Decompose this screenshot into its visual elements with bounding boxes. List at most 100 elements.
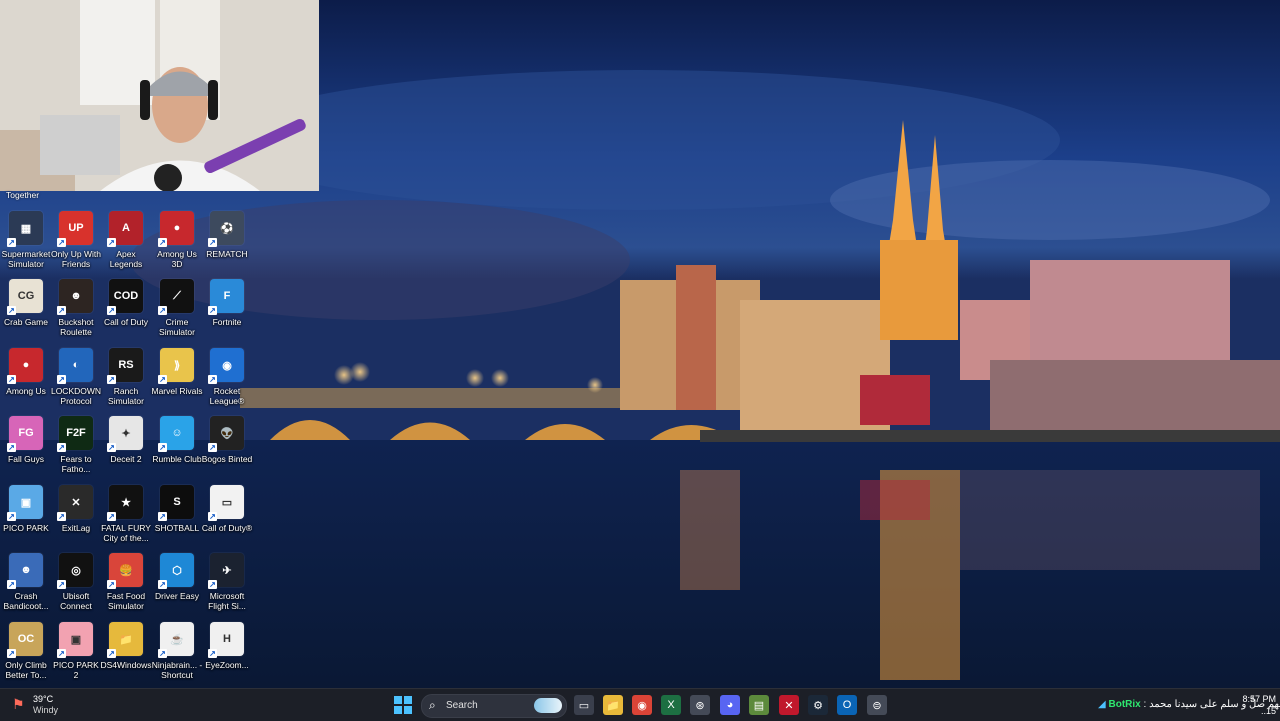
desktop-icon[interactable]: H↗EyeZoom... xyxy=(201,622,253,670)
clock-time: 8:57 PM xyxy=(1234,693,1276,705)
desktop-icon-label: Only Up With Friends xyxy=(50,249,102,269)
taskbar-search-box[interactable]: ⌕ Search xyxy=(421,694,567,718)
shortcut-arrow-icon: ↗ xyxy=(158,649,167,658)
desktop-icon[interactable]: ▭↗Call of Duty® xyxy=(201,485,253,533)
app-3-icon: ✕ xyxy=(784,699,793,712)
chrome-icon: ◉ xyxy=(637,699,647,712)
desktop-icon[interactable]: ◐↗LOCKDOWN Protocol xyxy=(50,348,102,406)
app-glyph: ◉ xyxy=(222,359,232,372)
app-2-taskbar-button[interactable]: ▤ xyxy=(749,695,769,715)
app-icon: ☺↗ xyxy=(160,416,194,450)
desktop-icon[interactable]: ✦↗Deceit 2 xyxy=(100,416,152,464)
system-clock[interactable]: 8:57 PM ..15 xyxy=(1234,693,1276,717)
app-icon: ⬡↗ xyxy=(160,553,194,587)
app-glyph: UP xyxy=(68,222,83,234)
shortcut-arrow-icon: ↗ xyxy=(57,375,66,384)
app-glyph: ▣ xyxy=(71,633,81,646)
app-icon: ☻↗ xyxy=(59,279,93,313)
shortcut-arrow-icon: ↗ xyxy=(7,649,16,658)
desktop-icon[interactable]: ☕↗Ninjabrain... - Shortcut xyxy=(151,622,203,680)
desktop-icon[interactable]: ☺↗Rumble Club xyxy=(151,416,203,464)
chrome-taskbar-button[interactable]: ◉ xyxy=(632,695,652,715)
desktop-icon[interactable]: S↗SHOTBALL xyxy=(151,485,203,533)
shortcut-arrow-icon: ↗ xyxy=(57,649,66,658)
desktop-icon[interactable]: 👽↗Bogos Binted xyxy=(201,416,253,464)
desktop-icon-label: Fast Food Simulator xyxy=(100,591,152,611)
app-1-taskbar-button[interactable]: ⊛ xyxy=(690,695,710,715)
search-highlight-icon xyxy=(534,698,562,713)
start-button[interactable] xyxy=(394,696,412,714)
desktop-icon[interactable]: ▣↗PICO PARK 2 xyxy=(50,622,102,680)
excel-icon: X xyxy=(667,699,674,711)
app-icon: OC↗ xyxy=(9,622,43,656)
desktop-icon[interactable]: UP↗ Only Up With Friends xyxy=(50,211,102,269)
taskbar: ⚑ 39°C Windy ⌕ Search ▭📁◉X⊛◕▤✕⚙O⊜ ◢ BotR… xyxy=(0,688,1280,721)
desktop-icon[interactable]: F2F↗Fears to Fatho... xyxy=(50,416,102,474)
app-glyph: 📁 xyxy=(119,633,133,646)
desktop-icon[interactable]: ★↗FATAL FURY City of the... xyxy=(100,485,152,543)
app-icon: ⟋↗ xyxy=(160,279,194,313)
desktop-icon[interactable]: FG↗Fall Guys xyxy=(0,416,52,464)
app-glyph: S xyxy=(173,496,180,508)
desktop-icon[interactable]: ◉↗Rocket League® xyxy=(201,348,253,406)
desktop-icon[interactable]: ▦↗Supermarket Simulator xyxy=(0,211,52,269)
steam-taskbar-button[interactable]: ⚙ xyxy=(808,695,828,715)
desktop-icon[interactable]: 📁↗DS4Windows xyxy=(100,622,152,670)
desktop-icon[interactable]: 🍔↗Fast Food Simulator xyxy=(100,553,152,611)
app-4-taskbar-button[interactable]: ⊜ xyxy=(867,695,887,715)
desktop-icon[interactable]: ✕↗ExitLag xyxy=(50,485,102,533)
desktop-icon[interactable]: ◎↗Ubisoft Connect xyxy=(50,553,102,611)
desktop-icon[interactable]: ✈↗Microsoft Flight Si... xyxy=(201,553,253,611)
app-glyph: ☻ xyxy=(70,290,82,302)
desktop-icon-label: Ubisoft Connect xyxy=(50,591,102,611)
shortcut-arrow-icon: ↗ xyxy=(208,649,217,658)
desktop-icon[interactable]: COD↗Call of Duty xyxy=(100,279,152,327)
desktop-icon[interactable]: ☻↗Crash Bandicoot... xyxy=(0,553,52,611)
desktop-icon[interactable]: ▣↗PICO PARK xyxy=(0,485,52,533)
app-glyph: ● xyxy=(174,222,181,234)
shortcut-arrow-icon: ↗ xyxy=(57,443,66,452)
app-icon: ☕↗ xyxy=(160,622,194,656)
file-explorer-taskbar-button[interactable]: 📁 xyxy=(603,695,623,715)
outlook-taskbar-button[interactable]: O xyxy=(837,695,857,715)
app-icon: A↗ xyxy=(109,211,143,245)
app-3-taskbar-button[interactable]: ✕ xyxy=(779,695,799,715)
app-4-icon: ⊜ xyxy=(872,699,881,712)
shortcut-arrow-icon: ↗ xyxy=(208,443,217,452)
desktop-icon[interactable]: A↗Apex Legends xyxy=(100,211,152,269)
desktop-icon[interactable]: F↗Fortnite xyxy=(201,279,253,327)
weather-widget[interactable]: ⚑ 39°C Windy xyxy=(10,694,90,716)
app-icon: F↗ xyxy=(210,279,244,313)
desktop-icon[interactable]: ●↗Among Us 3D xyxy=(151,211,203,269)
discord-taskbar-button[interactable]: ◕ xyxy=(720,695,740,715)
desktop-icon[interactable]: ⬡↗Driver Easy xyxy=(151,553,203,601)
app-glyph: ⚽ xyxy=(220,222,234,235)
task-view-taskbar-button[interactable]: ▭ xyxy=(574,695,594,715)
app-glyph: ☻ xyxy=(20,564,32,576)
app-glyph: ⬡ xyxy=(172,564,182,577)
app-glyph: ⟫ xyxy=(174,359,180,372)
discord-icon: ◕ xyxy=(727,699,734,711)
desktop-icon[interactable]: RS↗Ranch Simulator xyxy=(100,348,152,406)
desktop-icon[interactable]: ⚽↗REMATCH xyxy=(201,211,253,259)
app-glyph: ☕ xyxy=(170,633,184,646)
app-glyph: 🍔 xyxy=(119,564,133,577)
desktop-icon-label: Fall Guys xyxy=(0,454,52,464)
desktop-icon[interactable]: CG↗Crab Game xyxy=(0,279,52,327)
weather-flag-icon: ⚑ xyxy=(12,696,25,713)
desktop-icon[interactable]: OC↗Only Climb Better To... xyxy=(0,622,52,680)
task-view-icon: ▭ xyxy=(579,699,589,712)
shortcut-arrow-icon: ↗ xyxy=(208,512,217,521)
shortcut-arrow-icon: ↗ xyxy=(7,512,16,521)
desktop-icon[interactable]: ⟫↗Marvel Rivals xyxy=(151,348,203,396)
desktop-icon[interactable]: ☻↗Buckshot Roulette xyxy=(50,279,102,337)
desktop-icon[interactable]: ●↗Among Us xyxy=(0,348,52,396)
app-glyph: ☺ xyxy=(171,427,182,439)
desktop-icon-label: ExitLag xyxy=(50,523,102,533)
app-icon: UP↗ xyxy=(59,211,93,245)
shortcut-arrow-icon: ↗ xyxy=(107,443,116,452)
app-icon: RS↗ xyxy=(109,348,143,382)
excel-taskbar-button[interactable]: X xyxy=(661,695,681,715)
app-icon: ▣↗ xyxy=(59,622,93,656)
desktop-icon[interactable]: ⟋↗Crime Simulator xyxy=(151,279,203,337)
